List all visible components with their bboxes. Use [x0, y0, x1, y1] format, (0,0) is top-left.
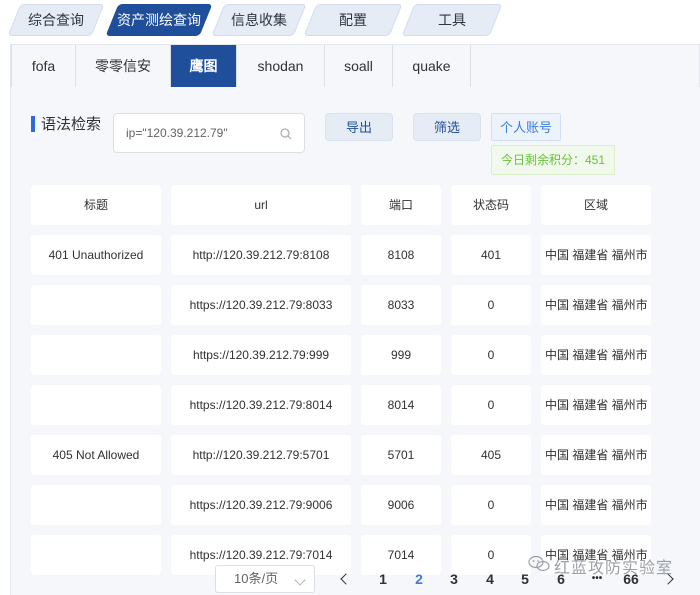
personal-account-button[interactable]: 个人账号: [491, 113, 561, 141]
tab-shodan[interactable]: shodan: [237, 45, 325, 87]
filter-button[interactable]: 筛选: [413, 113, 481, 141]
cell-url[interactable]: https://120.39.212.79:9006: [171, 485, 351, 525]
header-port: 端口: [361, 185, 441, 225]
page-size-value: 10条/页: [234, 571, 279, 586]
cell-port: 8108: [361, 235, 441, 275]
cell-url[interactable]: https://120.39.212.79:8033: [171, 285, 351, 325]
page-number[interactable]: 1: [372, 564, 394, 594]
tab-soall[interactable]: soall: [325, 45, 393, 87]
cell-status-code: 0: [451, 485, 531, 525]
top-tab-comprehensive-query[interactable]: 综合查询: [7, 4, 105, 36]
header-region: 区域: [541, 185, 651, 225]
cell-status-code: 405: [451, 435, 531, 475]
cell-url[interactable]: http://120.39.212.79:8108: [171, 235, 351, 275]
page-number[interactable]: 3: [443, 564, 465, 594]
top-tab-bar: 综合查询 资产测绘查询 信息收集 配置 工具: [0, 0, 700, 40]
cell-title: 401 Unauthorized: [31, 235, 161, 275]
search-field[interactable]: [113, 113, 305, 153]
cell-port: 5701: [361, 435, 441, 475]
top-tab-config[interactable]: 配置: [303, 4, 403, 36]
cell-region: 中国 福建省 福州市: [541, 385, 651, 425]
top-tab-label: 资产测绘查询: [117, 12, 201, 28]
engine-tab-bar: fofa 零零信安 鹰图 shodan soall quake: [11, 45, 471, 87]
header-url: url: [171, 185, 351, 225]
cell-status-code: 401: [451, 235, 531, 275]
top-tab-info-gathering[interactable]: 信息收集: [211, 4, 307, 36]
cell-status-code: 0: [451, 335, 531, 375]
cell-status-code: 0: [451, 385, 531, 425]
top-tab-label: 综合查询: [28, 12, 84, 28]
cell-port: 999: [361, 335, 441, 375]
page-number[interactable]: 2: [408, 564, 430, 594]
search-icon[interactable]: [280, 128, 292, 140]
cell-region: 中国 福建省 福州市: [541, 285, 651, 325]
main-panel: fofa 零零信安 鹰图 shodan soall quake 语法检索 导出 …: [10, 44, 700, 595]
cell-url[interactable]: https://120.39.212.79:999: [171, 335, 351, 375]
page-number[interactable]: 4: [479, 564, 501, 594]
cell-title: [31, 335, 161, 375]
cell-port: 9006: [361, 485, 441, 525]
cell-region: 中国 福建省 福州市: [541, 485, 651, 525]
chevron-down-icon: [294, 574, 306, 586]
wechat-icon: [528, 555, 550, 572]
cell-url[interactable]: http://120.39.212.79:5701: [171, 435, 351, 475]
cell-port: 8033: [361, 285, 441, 325]
cell-title: [31, 485, 161, 525]
header-status-code: 状态码: [451, 185, 531, 225]
remaining-points-badge: 今日剩余积分：451: [491, 145, 615, 175]
cell-region: 中国 福建省 福州市: [541, 335, 651, 375]
cell-port: 8014: [361, 385, 441, 425]
app-root: 综合查询 资产测绘查询 信息收集 配置 工具 fofa 零零信安 鹰图 shod…: [0, 0, 700, 595]
header-title: 标题: [31, 185, 161, 225]
syntax-search-label: 语法检索: [31, 115, 101, 135]
cell-title: [31, 285, 161, 325]
top-tab-label: 工具: [438, 12, 466, 28]
cell-status-code: 0: [451, 285, 531, 325]
watermark: 红蓝攻防实验室: [528, 552, 700, 578]
top-tab-label: 配置: [339, 12, 367, 28]
prev-page-icon[interactable]: [340, 573, 352, 585]
cell-title: 405 Not Allowed: [31, 435, 161, 475]
cell-url[interactable]: https://120.39.212.79:8014: [171, 385, 351, 425]
top-tab-tools[interactable]: 工具: [401, 4, 503, 36]
query-content: 语法检索 导出 筛选 个人账号 今日剩余积分：451 标题url端口状态码区域4…: [11, 87, 700, 595]
tab-zero-zero-xinan[interactable]: 零零信安: [76, 45, 171, 87]
tab-hunter[interactable]: 鹰图: [171, 45, 237, 87]
cell-region: 中国 福建省 福州市: [541, 235, 651, 275]
cell-title: [31, 385, 161, 425]
page-size-select[interactable]: 10条/页: [215, 565, 315, 593]
export-button[interactable]: 导出: [325, 113, 393, 141]
top-tab-label: 信息收集: [231, 12, 287, 28]
search-input[interactable]: [126, 114, 276, 152]
tab-fofa[interactable]: fofa: [11, 45, 76, 87]
watermark-text: 红蓝攻防实验室: [554, 560, 674, 577]
cell-region: 中国 福建省 福州市: [541, 435, 651, 475]
top-tab-asset-mapping-query[interactable]: 资产测绘查询: [105, 4, 213, 36]
tab-quake[interactable]: quake: [393, 45, 471, 87]
